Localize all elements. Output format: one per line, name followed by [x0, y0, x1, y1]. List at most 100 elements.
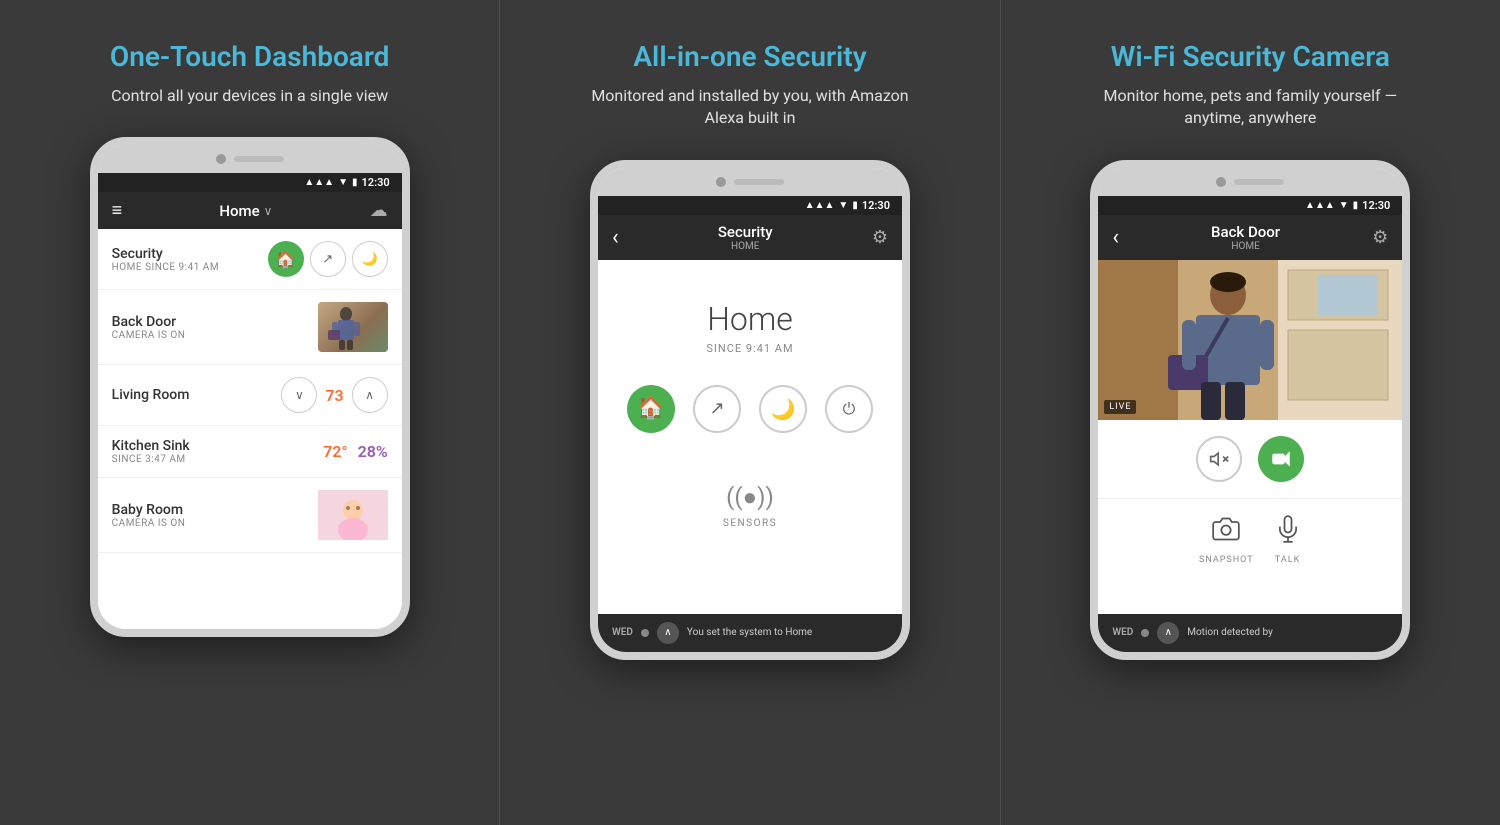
header-subtitle-3: HOME	[1211, 241, 1280, 252]
signal-icon-2: ▲▲▲	[805, 200, 835, 211]
temp-humidity-display: 72° 28%	[323, 442, 388, 461]
panel-subtitle-1: Control all your devices in a single vie…	[111, 85, 388, 107]
wifi-icon: ▼	[338, 177, 348, 188]
dropdown-icon: ∨	[264, 204, 273, 218]
list-item-livingroom[interactable]: Living Room ∨ 73 ∧	[98, 365, 402, 426]
app-header-1: ≡ Home ∨ ☁	[98, 192, 402, 229]
status-time-1: 12:30	[362, 176, 390, 189]
panel-subtitle-2: Monitored and installed by you, with Ama…	[580, 85, 920, 130]
sec-moon-btn[interactable]: 🌙	[759, 385, 807, 433]
phone-speaker-2	[734, 179, 784, 185]
share-btn[interactable]: ↗	[310, 241, 346, 277]
security-buttons: 🏠 ↗ 🌙 ⏻	[627, 385, 873, 433]
panel-title-1: One-Touch Dashboard	[110, 40, 390, 73]
temp-value: 73	[325, 386, 343, 405]
thermostat-controls: ∨ 73 ∧	[281, 377, 387, 413]
home-btn[interactable]: 🏠	[268, 241, 304, 277]
bottom-chevron-3[interactable]: ∧	[1157, 622, 1179, 644]
bottom-day-2: WED	[612, 627, 633, 638]
bottom-dot-2	[641, 629, 649, 637]
back-icon-2[interactable]: ‹	[612, 225, 619, 250]
item-status-baby: CAMERA IS ON	[112, 518, 308, 529]
phone-top-bar-2	[598, 168, 902, 196]
talk-label: TALK	[1275, 555, 1300, 565]
kitchen-temp: 72°	[323, 442, 347, 461]
panel-security: All-in-one Security Monitored and instal…	[500, 0, 999, 825]
app-header-2: ‹ Security HOME ⚙	[598, 215, 902, 260]
dashboard-content: Security HOME SINCE 9:41 AM 🏠 ↗ 🌙 Back D…	[98, 229, 402, 629]
security-mode: Home	[707, 300, 793, 338]
back-icon-3[interactable]: ‹	[1112, 225, 1119, 250]
item-name-backdoor: Back Door	[112, 314, 308, 330]
phone-camera-2	[716, 177, 726, 187]
list-item-kitchensink[interactable]: Kitchen Sink SINCE 3:47 AM 72° 28%	[98, 426, 402, 478]
camera-bottom-bar: WED ∧ Motion detected by	[1098, 614, 1402, 652]
temp-up-btn[interactable]: ∧	[352, 377, 388, 413]
sensors-section: ((●)) SENSORS	[723, 483, 777, 529]
mute-btn[interactable]	[1196, 436, 1242, 482]
phone-top-bar-3	[1098, 168, 1402, 196]
signal-icon-3: ▲▲▲	[1305, 200, 1335, 211]
camera-feed: LIVE	[1098, 260, 1402, 420]
item-name-security: Security	[112, 246, 258, 262]
list-item-babyroom[interactable]: Baby Room CAMERA IS ON	[98, 478, 402, 553]
camera-controls	[1098, 420, 1402, 499]
talk-icon	[1274, 515, 1302, 549]
list-item-backdoor[interactable]: Back Door CAMERA IS ON	[98, 290, 402, 365]
panel-camera: Wi-Fi Security Camera Monitor home, pets…	[1001, 0, 1500, 825]
battery-icon-2: ▮	[852, 200, 858, 211]
settings-icon-2[interactable]: ⚙	[872, 227, 888, 248]
security-bottom-bar: WED ∧ You set the system to Home	[598, 614, 902, 652]
record-btn[interactable]	[1258, 436, 1304, 482]
phone-camera-3	[1216, 177, 1226, 187]
status-bar-1: ▲▲▲ ▼ ▮ 12:30	[98, 173, 402, 192]
header-subtitle-2: HOME	[718, 241, 773, 252]
cloud-icon[interactable]: ☁	[370, 200, 388, 221]
signal-icon: ▲▲▲	[304, 177, 334, 188]
status-time-3: 12:30	[1362, 199, 1390, 212]
list-item-security[interactable]: Security HOME SINCE 9:41 AM 🏠 ↗ 🌙	[98, 229, 402, 290]
sec-power-btn[interactable]: ⏻	[825, 385, 873, 433]
baby-camera-thumb	[318, 490, 388, 540]
status-time-2: 12:30	[862, 199, 890, 212]
app-header-3: ‹ Back Door HOME ⚙	[1098, 215, 1402, 260]
bottom-dot-3	[1141, 629, 1149, 637]
item-name-livingroom: Living Room	[112, 387, 272, 403]
header-title-3: Back Door	[1211, 223, 1280, 241]
panel-title-2: All-in-one Security	[633, 40, 866, 73]
header-title-2: Security	[718, 223, 773, 241]
status-bar-3: ▲▲▲ ▼ ▮ 12:30	[1098, 196, 1402, 215]
phone-speaker-1	[234, 156, 284, 162]
phone-camera-1	[216, 154, 226, 164]
item-name-baby: Baby Room	[112, 502, 308, 518]
moon-btn[interactable]: 🌙	[352, 241, 388, 277]
wifi-icon-3: ▼	[1339, 200, 1349, 211]
phone-3: ▲▲▲ ▼ ▮ 12:30 ‹ Back Door HOME ⚙	[1090, 160, 1410, 660]
panel-subtitle-3: Monitor home, pets and family yourself —…	[1080, 85, 1420, 130]
bottom-text-2: You set the system to Home	[687, 627, 888, 638]
settings-icon-3[interactable]: ⚙	[1372, 227, 1388, 248]
camera-content: LIVE	[1098, 260, 1402, 614]
item-status-kitchen: SINCE 3:47 AM	[112, 454, 313, 465]
header-title-1: Home	[219, 202, 259, 220]
sec-share-btn[interactable]: ↗	[693, 385, 741, 433]
status-bar-2: ▲▲▲ ▼ ▮ 12:30	[598, 196, 902, 215]
kitchen-humidity: 28%	[358, 442, 388, 461]
bottom-day-3: WED	[1112, 627, 1133, 638]
panel-title-3: Wi-Fi Security Camera	[1111, 40, 1390, 73]
sensors-waves: ((●))	[726, 483, 774, 512]
snapshot-label: SNAPSHOT	[1199, 555, 1254, 565]
bottom-chevron-2[interactable]: ∧	[657, 622, 679, 644]
talk-action[interactable]: TALK	[1274, 515, 1302, 565]
sec-home-btn[interactable]: 🏠	[627, 385, 675, 433]
phone-2: ▲▲▲ ▼ ▮ 12:30 ‹ Security HOME ⚙ Home SIN…	[590, 160, 910, 660]
temp-down-btn[interactable]: ∨	[281, 377, 317, 413]
bottom-text-3: Motion detected by	[1187, 627, 1388, 638]
battery-icon-3: ▮	[1353, 200, 1359, 211]
menu-icon[interactable]: ≡	[112, 200, 123, 221]
security-since: SINCE 9:41 AM	[706, 342, 793, 355]
phone-1: ▲▲▲ ▼ ▮ 12:30 ≡ Home ∨ ☁ Security HOME S…	[90, 137, 410, 637]
item-status-backdoor: CAMERA IS ON	[112, 330, 308, 341]
snapshot-action[interactable]: SNAPSHOT	[1199, 515, 1254, 565]
phone-speaker-3	[1234, 179, 1284, 185]
